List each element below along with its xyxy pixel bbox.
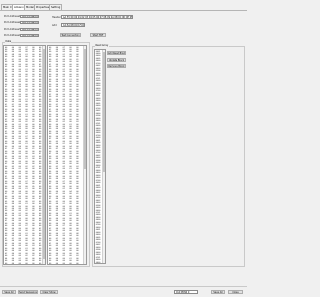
clear-show-button[interactable]: Clear Show (40, 289, 58, 294)
byte-column: 00 00 00 00 04 00 00 00 00 00 00 00 00 0… (69, 46, 72, 265)
scrollbar-thumb[interactable] (43, 49, 45, 259)
port-address-3-field[interactable]: 0013:0AFF7:00 (20, 27, 39, 32)
register-column: 0001 0000 0000 0005 0000 0100 0002 0000 … (95, 50, 101, 264)
status-field[interactable]: 0x0 PRSN 0 (174, 290, 198, 294)
send-sequence-button[interactable]: Send Sequence (18, 289, 38, 294)
data-grid-left[interactable]: 00 00 00 00 00 01 00 00 05 00 00 02 00 0… (3, 45, 46, 265)
read-array-group-title: Read Array (95, 44, 109, 48)
byte-column: 00 00 05 00 00 01 00 00 03 00 00 00 02 0… (32, 46, 35, 265)
data-grid-right[interactable]: 00 02 00 00 00 00 00 01 00 00 00 00 00 0… (47, 45, 87, 265)
byte-column: 00 00 00 00 00 01 00 00 05 00 00 02 00 0… (5, 46, 8, 265)
port-address-3-label: Port Address3 (4, 28, 21, 31)
byte-column: 00 00 00 00 04 00 00 00 00 00 00 00 00 0… (18, 46, 21, 265)
add-field[interactable]: CA:5A:0B:09:1F:04 (61, 23, 85, 27)
port-address-1-field[interactable]: 0013:0AFF7:00 (20, 14, 39, 19)
scrollbar-thumb[interactable] (103, 52, 105, 172)
byte-column: 00 00 00 08 00 01 00 00 00 00 00 00 03 0… (11, 46, 15, 265)
save-all-left-button[interactable]: Save All (2, 289, 16, 294)
vertical-scrollbar[interactable] (82, 46, 86, 264)
header-label: Header (52, 16, 61, 19)
add-label: Add (52, 24, 57, 27)
byte-column: 00 00 00 08 00 01 00 00 00 00 00 00 03 0… (76, 46, 79, 265)
tab-divider (0, 10, 247, 11)
status-bar: Save All Send Sequence Clear Show 0x0 PR… (0, 286, 247, 297)
port-address-2-label: Port Address2 (4, 21, 21, 24)
close-button[interactable]: Close (228, 289, 243, 294)
add-read-block-button[interactable]: Add Read Block (107, 51, 126, 56)
start-button[interactable]: Start TRF (90, 32, 106, 37)
vertical-scrollbar[interactable] (102, 50, 105, 263)
update-block-button[interactable]: Update Block (107, 57, 126, 62)
data-group-title: Data (5, 40, 12, 44)
scrollbar-thumb[interactable] (84, 49, 86, 169)
save-all-right-button[interactable]: Save All (211, 289, 225, 294)
byte-column: 07 00 00 01 00 00 00 00 00 01 00 00 02 0… (25, 46, 28, 265)
port-address-2-field[interactable]: 0013:0AFF7:00 (20, 20, 39, 25)
byte-column: 07 00 00 01 00 00 00 00 00 01 00 00 02 0… (62, 46, 65, 265)
port-address-4-label: Port Address4 (4, 34, 21, 37)
register-list[interactable]: 0001 0000 0000 0005 0000 0100 0002 0000 … (94, 49, 106, 264)
vertical-scrollbar[interactable] (41, 46, 45, 264)
remove-block-button[interactable]: Remove Block (107, 64, 126, 69)
byte-column: 00 02 00 00 00 00 00 01 00 00 00 00 00 0… (49, 46, 52, 265)
port-address-1-label: Port Address1 (4, 15, 21, 18)
byte-column: 00 00 05 00 00 01 00 00 03 00 00 00 02 0… (55, 46, 59, 265)
test-connection-button[interactable]: Test Connection (60, 32, 81, 37)
port-address-4-field[interactable]: 0017:0AFF7:00 (20, 33, 39, 38)
header-field[interactable]: AA 55 00 00 01 02 03 04 05 06 07 08 09 0… (61, 15, 133, 19)
read-array-group: Read Array (92, 44, 245, 267)
